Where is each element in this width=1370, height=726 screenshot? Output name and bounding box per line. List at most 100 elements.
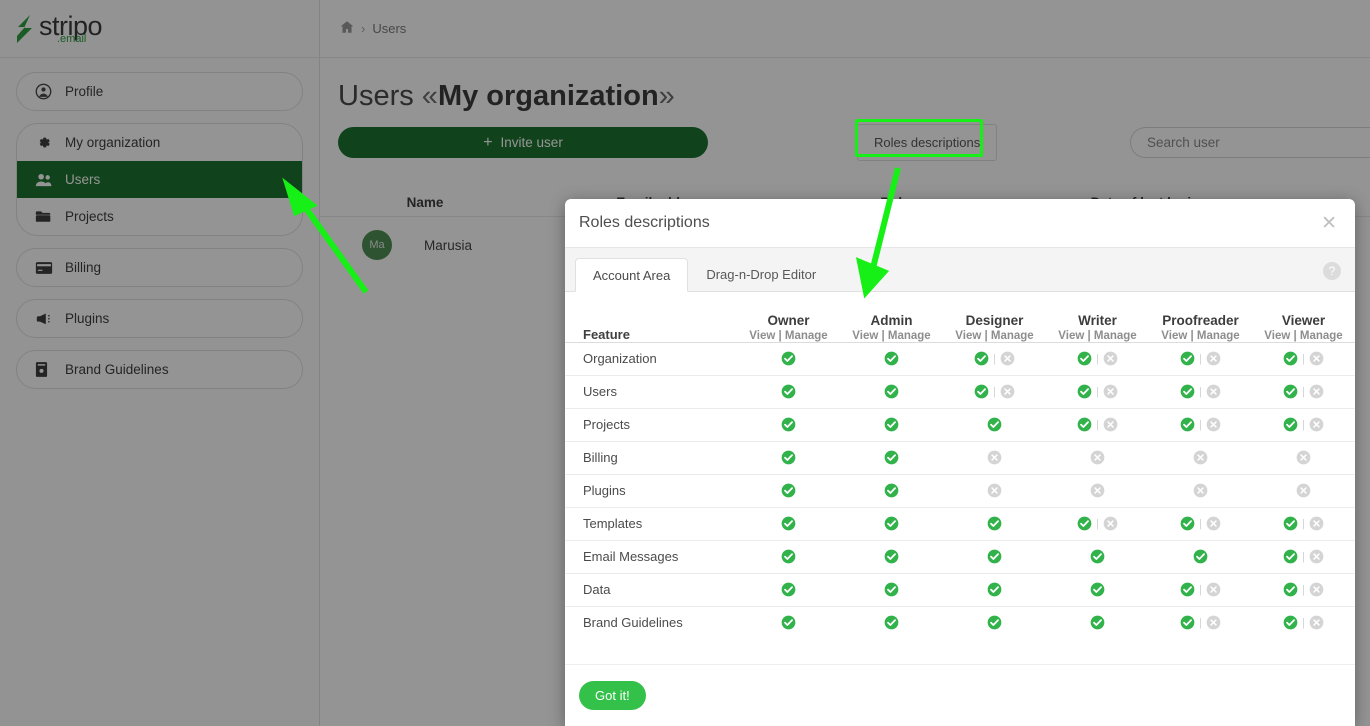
tab-drag-n-drop-editor[interactable]: Drag-n-Drop Editor — [688, 257, 834, 291]
check-circle-icon — [781, 483, 796, 498]
feature-label: Email Messages — [565, 540, 737, 573]
permission-cell — [840, 375, 943, 408]
role-name: Owner — [737, 313, 840, 328]
role-name: Admin — [840, 313, 943, 328]
permission-cell — [737, 408, 840, 441]
check-circle-icon — [1090, 615, 1105, 630]
permission-cell: | — [1046, 408, 1149, 441]
check-circle-icon — [1283, 516, 1298, 531]
permission-cell — [840, 441, 943, 474]
table-row: Email Messages | — [565, 540, 1355, 573]
permission-cell: | — [1252, 408, 1355, 441]
mark-divider: | — [1096, 386, 1099, 398]
cross-circle-icon — [1103, 351, 1118, 366]
cross-circle-icon — [1206, 516, 1221, 531]
check-circle-icon — [884, 483, 899, 498]
cross-circle-icon — [987, 450, 1002, 465]
role-subheader: View | Manage — [1149, 330, 1252, 342]
check-circle-icon — [1180, 351, 1195, 366]
mark-divider: | — [993, 386, 996, 398]
permission-cell: | — [1149, 573, 1252, 606]
role-name: Designer — [943, 313, 1046, 328]
cross-circle-icon — [1090, 483, 1105, 498]
mark-divider: | — [1096, 518, 1099, 530]
permission-cell — [943, 474, 1046, 507]
check-circle-icon — [884, 516, 899, 531]
mark-divider: | — [1199, 353, 1202, 365]
permission-cell: | — [1149, 606, 1252, 639]
permission-cell — [840, 474, 943, 507]
check-circle-icon — [1283, 582, 1298, 597]
table-row: Billing — [565, 441, 1355, 474]
modal-tabbar: Account Area Drag-n-Drop Editor ? — [565, 248, 1355, 292]
permission-cell — [943, 573, 1046, 606]
cross-circle-icon — [1309, 384, 1324, 399]
check-circle-icon — [781, 615, 796, 630]
check-circle-icon — [987, 516, 1002, 531]
cross-circle-icon — [1206, 582, 1221, 597]
tab-account-area[interactable]: Account Area — [575, 258, 688, 292]
table-row: Brand Guidelines | | — [565, 606, 1355, 639]
mark-divider: | — [1302, 551, 1305, 563]
feature-label: Projects — [565, 408, 737, 441]
permission-cell: | — [1252, 375, 1355, 408]
mark-divider: | — [1302, 353, 1305, 365]
cross-circle-icon — [1309, 549, 1324, 564]
check-circle-icon — [1077, 417, 1092, 432]
roles-descriptions-modal: Roles descriptions ✕ Account Area Drag-n… — [565, 199, 1355, 726]
check-circle-icon — [1180, 516, 1195, 531]
permission-cell: | — [1252, 342, 1355, 375]
permission-cell — [737, 474, 840, 507]
permissions-header-feature: Feature — [565, 292, 737, 342]
check-circle-icon — [1283, 549, 1298, 564]
cross-circle-icon — [1296, 450, 1311, 465]
cross-circle-icon — [1309, 615, 1324, 630]
permission-cell — [943, 507, 1046, 540]
permission-cell: | — [1252, 606, 1355, 639]
help-icon[interactable]: ? — [1323, 262, 1341, 280]
mark-divider: | — [1302, 518, 1305, 530]
role-subheader: View | Manage — [943, 330, 1046, 342]
close-icon[interactable]: ✕ — [1317, 212, 1341, 235]
permission-cell — [840, 408, 943, 441]
check-circle-icon — [1283, 417, 1298, 432]
mark-divider: | — [993, 353, 996, 365]
permission-cell: | — [1252, 540, 1355, 573]
check-circle-icon — [884, 615, 899, 630]
table-row: Plugins — [565, 474, 1355, 507]
permission-cell — [1252, 441, 1355, 474]
permission-cell — [943, 606, 1046, 639]
check-circle-icon — [1180, 384, 1195, 399]
permissions-header-admin: Admin View | Manage — [840, 292, 943, 342]
feature-label: Brand Guidelines — [565, 606, 737, 639]
check-circle-icon — [781, 384, 796, 399]
mark-divider: | — [1199, 617, 1202, 629]
check-circle-icon — [1077, 516, 1092, 531]
check-circle-icon — [1283, 384, 1298, 399]
cross-circle-icon — [1000, 384, 1015, 399]
role-name: Proofreader — [1149, 313, 1252, 328]
cross-circle-icon — [1103, 417, 1118, 432]
table-row: Projects||| — [565, 408, 1355, 441]
check-circle-icon — [987, 582, 1002, 597]
app-root: stripo .email Profile — [0, 0, 1370, 726]
permission-cell — [737, 540, 840, 573]
cross-circle-icon — [1309, 417, 1324, 432]
permission-cell — [840, 342, 943, 375]
check-circle-icon — [1283, 615, 1298, 630]
cross-circle-icon — [1000, 351, 1015, 366]
check-circle-icon — [781, 450, 796, 465]
check-circle-icon — [884, 351, 899, 366]
permission-cell — [943, 441, 1046, 474]
check-circle-icon — [1180, 615, 1195, 630]
table-row: Users|||| — [565, 375, 1355, 408]
check-circle-icon — [1090, 582, 1105, 597]
check-circle-icon — [974, 384, 989, 399]
mark-divider: | — [1302, 617, 1305, 629]
permission-cell: | — [1046, 342, 1149, 375]
permission-cell — [1046, 441, 1149, 474]
check-circle-icon — [1077, 351, 1092, 366]
got-it-button[interactable]: Got it! — [579, 681, 646, 710]
modal-body: Feature Owner View | Manage Admin View |… — [565, 292, 1355, 664]
permission-cell: | — [1046, 375, 1149, 408]
